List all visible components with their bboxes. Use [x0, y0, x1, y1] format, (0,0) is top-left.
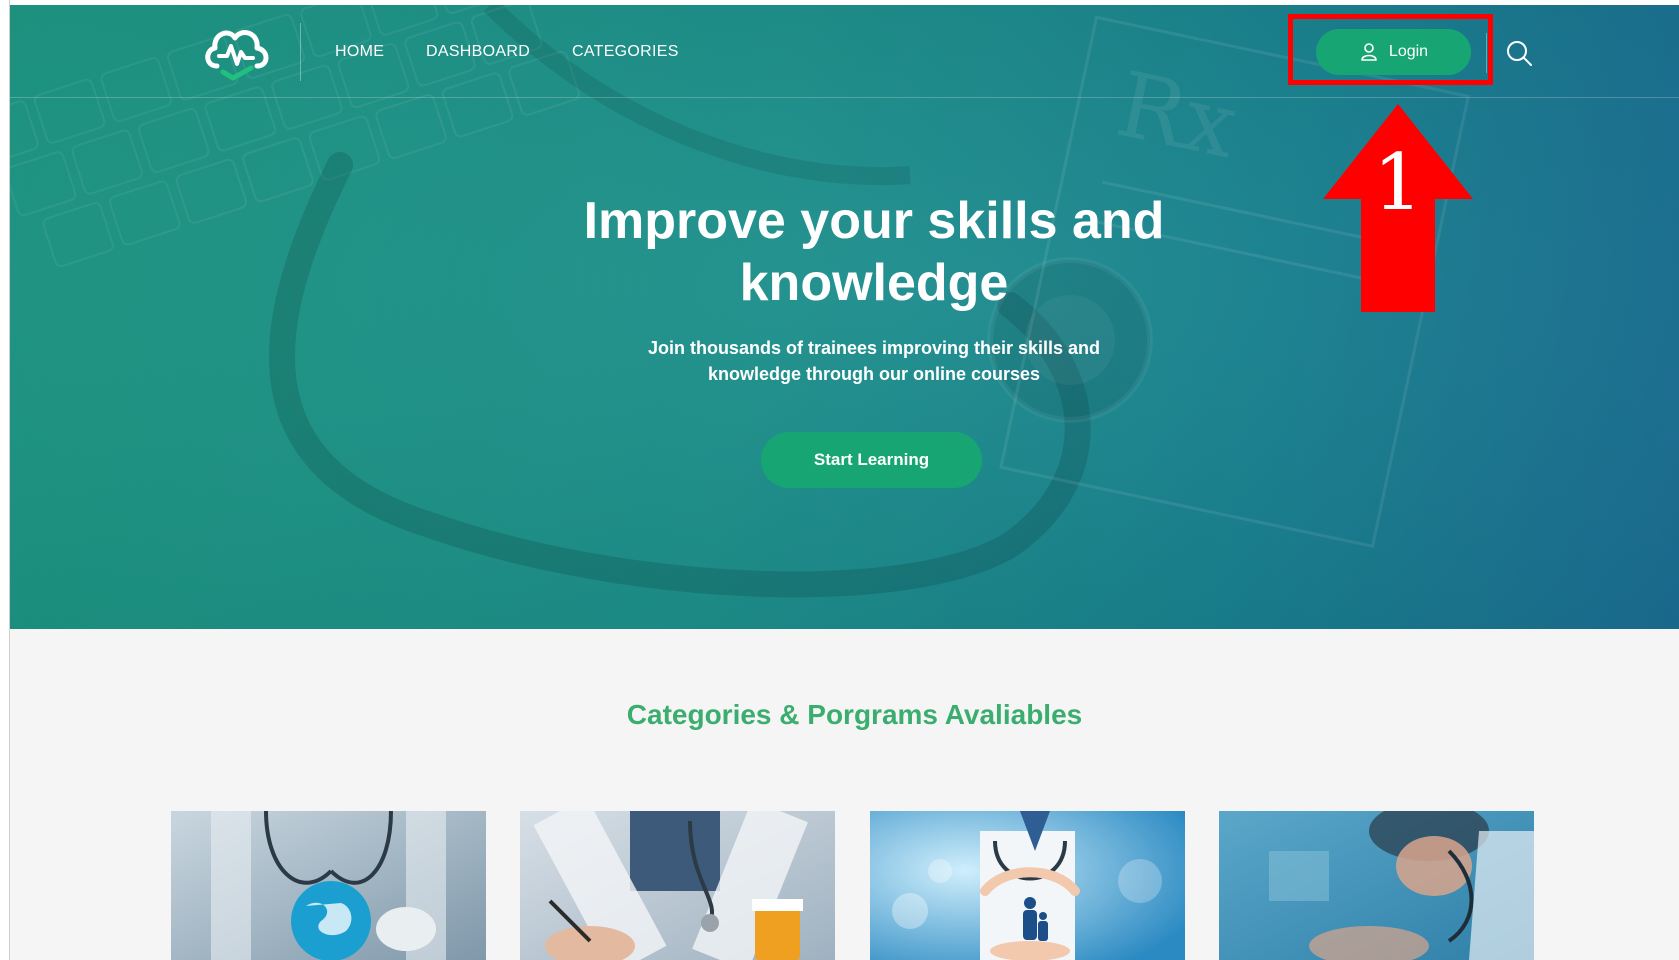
annotation-step-number: 1: [1373, 138, 1423, 228]
annotation-highlight-box: [1288, 14, 1493, 85]
hero-subtitle-line-2: knowledge through our online courses: [707, 364, 1041, 384]
category-card-family[interactable]: [870, 811, 1185, 960]
nav-link-home[interactable]: HOME: [335, 43, 384, 61]
doctor-holding-globe-image: [171, 811, 486, 960]
doctor-with-stethoscope-patient-image: [1219, 811, 1534, 960]
hero-section: Rx HOME DASHBOARD CATEGORIES Login Impro…: [10, 5, 1679, 629]
hero-subtitle: Join thousands of trainees improving the…: [584, 335, 1164, 387]
start-learning-button[interactable]: Start Learning: [761, 432, 982, 488]
categories-section: Categories & Porgrams Avaliables: [10, 629, 1679, 960]
category-card-examination[interactable]: [1219, 811, 1534, 960]
hero-title-line-1: Improve your skills and: [583, 192, 1165, 250]
doctor-protecting-family-image: [870, 811, 1185, 960]
search-icon[interactable]: [1505, 39, 1533, 67]
heartbeat-cloud-logo-icon[interactable]: [203, 22, 273, 84]
category-card-globe[interactable]: [171, 811, 486, 960]
hero-overlay: [10, 5, 1679, 629]
nav-link-dashboard[interactable]: DASHBOARD: [426, 43, 530, 61]
categories-title: Categories & Porgrams Avaliables: [626, 699, 1083, 730]
category-card-prescription[interactable]: [520, 811, 835, 960]
nav-divider: [300, 23, 301, 81]
hero-title-line-2: knowledge: [739, 254, 1009, 312]
hero-title: Improve your skills and knowledge: [484, 190, 1264, 314]
nav-link-categories[interactable]: CATEGORIES: [572, 43, 679, 61]
hero-subtitle-line-1: Join thousands of trainees improving the…: [647, 338, 1101, 358]
doctor-writing-prescription-image: [520, 811, 835, 960]
